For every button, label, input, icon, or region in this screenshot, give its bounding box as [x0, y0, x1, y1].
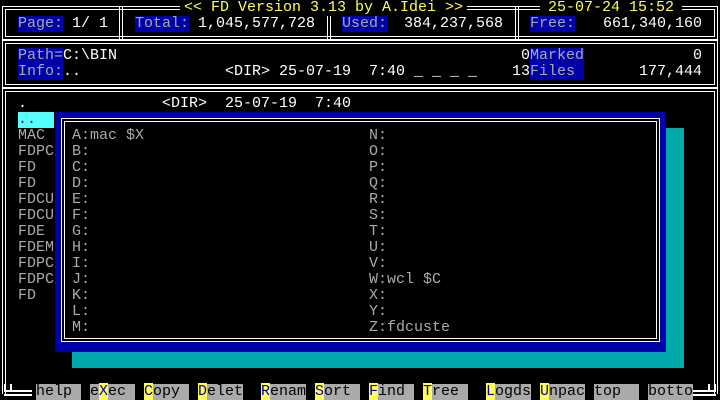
fkey-hotkey: U	[540, 383, 550, 400]
info-label: Info:	[18, 63, 64, 80]
fkey-hotkey: D	[198, 383, 208, 400]
file-name[interactable]: FD	[18, 288, 36, 304]
macro-item[interactable]: F:	[72, 208, 90, 224]
marked-size: 0	[692, 47, 702, 64]
macro-item[interactable]: E:	[72, 192, 90, 208]
file-name[interactable]: FDE	[18, 224, 45, 240]
macro-item[interactable]: J:	[72, 272, 90, 288]
free-label: Free:	[530, 15, 576, 32]
macro-item[interactable]: I:	[72, 256, 90, 272]
fkey-hotkey: F	[369, 383, 379, 400]
file-name[interactable]: FDPC	[18, 272, 54, 288]
files-count: 13	[511, 63, 530, 80]
fkey-unpac[interactable]: Unpac	[540, 383, 586, 400]
macro-item[interactable]: H:	[72, 240, 90, 256]
macro-item[interactable]: X:	[369, 288, 387, 304]
macro-item[interactable]: G:	[72, 224, 90, 240]
used-label: Used:	[342, 15, 388, 32]
fkey-logds[interactable]: Logds	[486, 383, 532, 400]
fkey-hotkey: S	[315, 383, 325, 400]
file-name[interactable]: FD	[18, 160, 36, 176]
fkey-exec[interactable]: eXec	[90, 383, 135, 400]
fkey-text: top	[594, 383, 622, 400]
fkey-text: ind	[378, 383, 406, 400]
info-name: ..	[63, 63, 82, 80]
fkey-help[interactable]: help	[36, 384, 81, 400]
fkey-text: ogds	[495, 383, 532, 400]
header-divider	[515, 6, 521, 40]
macro-item[interactable]: Q:	[369, 176, 387, 192]
marked-label: Marked	[530, 47, 585, 64]
fkey-hotkey: C	[144, 383, 154, 400]
macro-item[interactable]: Z:fdcuste	[369, 320, 450, 336]
page-label: Page:	[18, 15, 64, 32]
free-value: 661,340,160	[602, 15, 702, 32]
fkey-text: elet	[207, 383, 244, 400]
macro-item[interactable]: O:	[369, 144, 387, 160]
path-label: Path=	[18, 47, 64, 64]
fkey-tree[interactable]: Tree	[423, 383, 468, 400]
file-name[interactable]: FDCU	[18, 192, 54, 208]
fkey-hotkey: T	[423, 383, 433, 400]
file-name[interactable]: FD	[18, 176, 36, 192]
macro-item[interactable]: L:	[72, 304, 90, 320]
file-detail: <DIR> 25-07-19 7:40	[162, 95, 352, 112]
app-title: << FD Version 3.13 by A.Idei >>	[180, 0, 468, 16]
marked-count: 0	[520, 47, 530, 64]
macro-item[interactable]: T:	[369, 224, 387, 240]
macro-item[interactable]: M:	[72, 320, 90, 336]
macro-item[interactable]: S:	[369, 208, 387, 224]
macro-item[interactable]: N:	[369, 128, 387, 144]
header-divider	[119, 6, 125, 40]
files-size: 177,444	[638, 63, 702, 80]
macro-popup	[55, 112, 666, 352]
file-name[interactable]: ..	[18, 112, 54, 128]
fkey-text: help	[36, 383, 73, 400]
macro-item[interactable]: A:mac $X	[72, 128, 144, 144]
file-name[interactable]: FDPC	[18, 256, 54, 272]
macro-item[interactable]: B:	[72, 144, 90, 160]
fd-screen: << FD Version 3.13 by A.Idei >> 25-07-24…	[0, 0, 720, 400]
used-value: 384,237,568	[404, 15, 504, 32]
fkey-delet[interactable]: Delet	[198, 383, 244, 400]
macro-item[interactable]: R:	[369, 192, 387, 208]
fkey-text: ree	[432, 383, 460, 400]
file-name[interactable]: FDPC	[18, 144, 54, 160]
fkey-renam[interactable]: Renam	[261, 383, 307, 400]
macro-item[interactable]: D:	[72, 176, 90, 192]
info-detail: <DIR> 25-07-19 7:40 _ _ _ _	[225, 63, 478, 80]
fkey-sort[interactable]: Sort	[315, 383, 360, 400]
macro-item[interactable]: V:	[369, 256, 387, 272]
total-label: Total:	[135, 15, 190, 32]
macro-item[interactable]: U:	[369, 240, 387, 256]
fkey-hotkey: X	[99, 383, 109, 400]
fkey-text: ort	[324, 383, 352, 400]
files-label: Files	[530, 64, 584, 80]
macro-item[interactable]: P:	[369, 160, 387, 176]
fkey-text: ec	[108, 383, 127, 400]
page-value: 1/ 1	[72, 15, 109, 32]
path-value: C:\BIN	[63, 47, 118, 64]
file-name[interactable]: MAC	[18, 128, 45, 144]
fkey-text: opy	[153, 383, 181, 400]
fkey-text: enam	[270, 383, 307, 400]
file-name[interactable]: FDEM	[18, 240, 54, 256]
fkey-top[interactable]: top	[594, 384, 639, 400]
fkey-text: npac	[549, 383, 586, 400]
total-value: 1,045,577,728	[198, 15, 316, 32]
fkey-hotkey: R	[261, 383, 271, 400]
file-name[interactable]: .	[18, 96, 27, 112]
fkey-find[interactable]: Find	[369, 383, 414, 400]
macro-item[interactable]: Y:	[369, 304, 387, 320]
macro-item[interactable]: W:wcl $C	[369, 272, 441, 288]
fkey-hotkey: L	[486, 383, 496, 400]
file-name[interactable]: FDCU	[18, 208, 54, 224]
fkey-text: botto	[648, 383, 694, 400]
datetime: 25-07-24 15:52	[540, 0, 683, 16]
fkey-copy[interactable]: Copy	[144, 383, 189, 400]
macro-item[interactable]: K:	[72, 288, 90, 304]
macro-item[interactable]: C:	[72, 160, 90, 176]
fkey-text: e	[90, 383, 100, 400]
fkey-botto[interactable]: botto	[648, 384, 693, 400]
